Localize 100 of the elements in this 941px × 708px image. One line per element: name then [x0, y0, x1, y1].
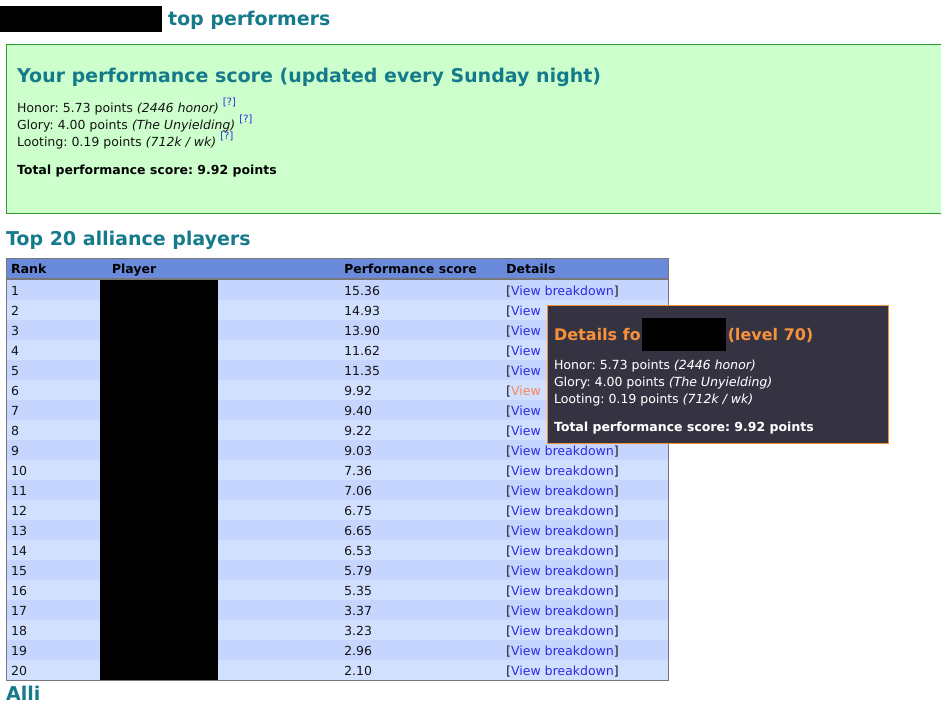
score-cell: 9.40	[340, 400, 502, 420]
total-score: Total performance score: 9.92 points	[554, 419, 815, 434]
score-cell: 7.06	[340, 480, 502, 500]
bracket: [	[506, 502, 511, 518]
panel-heading: Your performance score (updated every Sunday night)	[17, 65, 602, 87]
section-heading: Top 20 alliance players	[6, 228, 252, 250]
score-cell: 11.35	[340, 360, 502, 380]
score-cell: 9.03	[340, 440, 502, 460]
view-breakdown-link[interactable]: View breakdown	[511, 502, 614, 518]
view-breakdown-link[interactable]: View breakdown	[511, 662, 614, 678]
bracket: [	[506, 602, 511, 618]
bracket: [	[506, 362, 511, 378]
help-link[interactable]: [?]	[239, 111, 252, 128]
view-breakdown-link[interactable]: View	[511, 362, 541, 378]
rank-cell: 7	[6, 400, 96, 420]
view-breakdown-link[interactable]: View	[511, 322, 541, 338]
bracket: ]	[614, 542, 619, 558]
score-note: (712k / wk)	[146, 133, 216, 150]
view-breakdown-link[interactable]: View breakdown	[511, 562, 614, 578]
score-cell: 11.62	[340, 340, 502, 360]
column-header: Player	[96, 258, 340, 279]
view-breakdown-link[interactable]: View	[511, 302, 541, 318]
view-breakdown-link[interactable]: View breakdown	[511, 642, 614, 658]
view-breakdown-link[interactable]: View breakdown	[511, 462, 614, 478]
bracket: [	[506, 342, 511, 358]
score-note: (2446 honor)	[136, 99, 219, 116]
bracket: ]	[614, 602, 619, 618]
score-cell: 7.36	[340, 460, 502, 480]
score-label: Looting: 0.19 points	[17, 133, 142, 150]
rank-cell: 3	[6, 320, 96, 340]
score-note: (The Unyielding)	[132, 116, 236, 132]
score-cell: 5.35	[340, 580, 502, 600]
view-breakdown-link[interactable]: View	[511, 422, 541, 438]
bracket: [	[506, 662, 511, 678]
score-note: (The Unyielding)	[668, 373, 772, 390]
score-cell: 6.75	[340, 500, 502, 520]
score-note: (2446 honor)	[674, 356, 756, 373]
bracket: [	[506, 462, 511, 478]
rank-cell: 10	[6, 460, 96, 480]
view-breakdown-link[interactable]: View breakdown	[511, 522, 614, 538]
view-breakdown-link[interactable]: View breakdown	[511, 582, 614, 598]
bracket: [	[506, 302, 511, 318]
view-breakdown-link[interactable]: View breakdown	[511, 542, 614, 558]
rank-cell: 6	[6, 380, 96, 400]
score-cell: 5.79	[340, 560, 502, 580]
view-breakdown-link[interactable]: View breakdown	[511, 602, 614, 618]
view-breakdown-link[interactable]: View breakdown	[511, 282, 614, 298]
view-breakdown-link[interactable]: View breakdown	[511, 622, 614, 638]
bracket: [	[506, 642, 511, 658]
view-breakdown-link[interactable]: View breakdown	[511, 442, 614, 458]
score-cell: 2.96	[340, 640, 502, 660]
tooltip-title: Details fo	[554, 324, 641, 344]
rank-cell: 14	[6, 540, 96, 560]
score-label: Honor: 5.73 points	[17, 99, 133, 116]
bracket: ]	[614, 662, 619, 678]
column-header: Rank	[6, 258, 96, 279]
tooltip-level: (level 70)	[728, 324, 814, 344]
help-link[interactable]: [?]	[222, 94, 236, 111]
rank-cell: 13	[6, 520, 96, 540]
bracket: [	[506, 382, 511, 398]
bracket: [	[506, 322, 511, 338]
score-cell: 13.90	[340, 320, 502, 340]
bracket: ]	[614, 502, 619, 518]
rank-cell: 15	[6, 560, 96, 580]
rank-cell: 20	[6, 660, 96, 680]
bracket: [	[506, 622, 511, 638]
bracket: [	[506, 422, 511, 438]
score-cell: 6.53	[340, 540, 502, 560]
score-note: (712k / wk)	[682, 390, 754, 407]
score-cell: 3.37	[340, 600, 502, 620]
score-label: Looting: 0.19 points	[554, 390, 679, 407]
bracket: [	[506, 402, 511, 418]
bracket: ]	[614, 522, 619, 538]
bracket: [	[506, 482, 511, 498]
bracket: [	[506, 582, 511, 598]
bracket: ]	[614, 642, 619, 658]
score-cell: 6.65	[340, 520, 502, 540]
score-cell: 9.92	[340, 380, 502, 400]
view-breakdown-link[interactable]: View	[511, 402, 541, 418]
bracket: ]	[614, 622, 619, 638]
bracket: ]	[614, 582, 619, 598]
bracket: ]	[614, 282, 619, 298]
rank-cell: 11	[6, 480, 96, 500]
rank-cell: 16	[6, 580, 96, 600]
column-header: Details	[502, 258, 668, 279]
rank-cell: 8	[6, 420, 96, 440]
view-breakdown-link[interactable]: View breakdown	[511, 482, 614, 498]
view-breakdown-link[interactable]: View	[511, 342, 541, 358]
bracket: ]	[614, 462, 619, 478]
bracket: [	[506, 542, 511, 558]
rank-cell: 5	[6, 360, 96, 380]
page-title: top performers	[168, 8, 330, 30]
rank-cell: 4	[6, 340, 96, 360]
rank-cell: 9	[6, 440, 96, 460]
score-cell: 3.23	[340, 620, 502, 640]
bracket: [	[506, 442, 511, 458]
score-cell: 14.93	[340, 300, 502, 320]
bracket: ]	[614, 562, 619, 578]
rank-cell: 1	[6, 279, 96, 300]
score-label: Glory: 4.00 points	[17, 116, 128, 133]
